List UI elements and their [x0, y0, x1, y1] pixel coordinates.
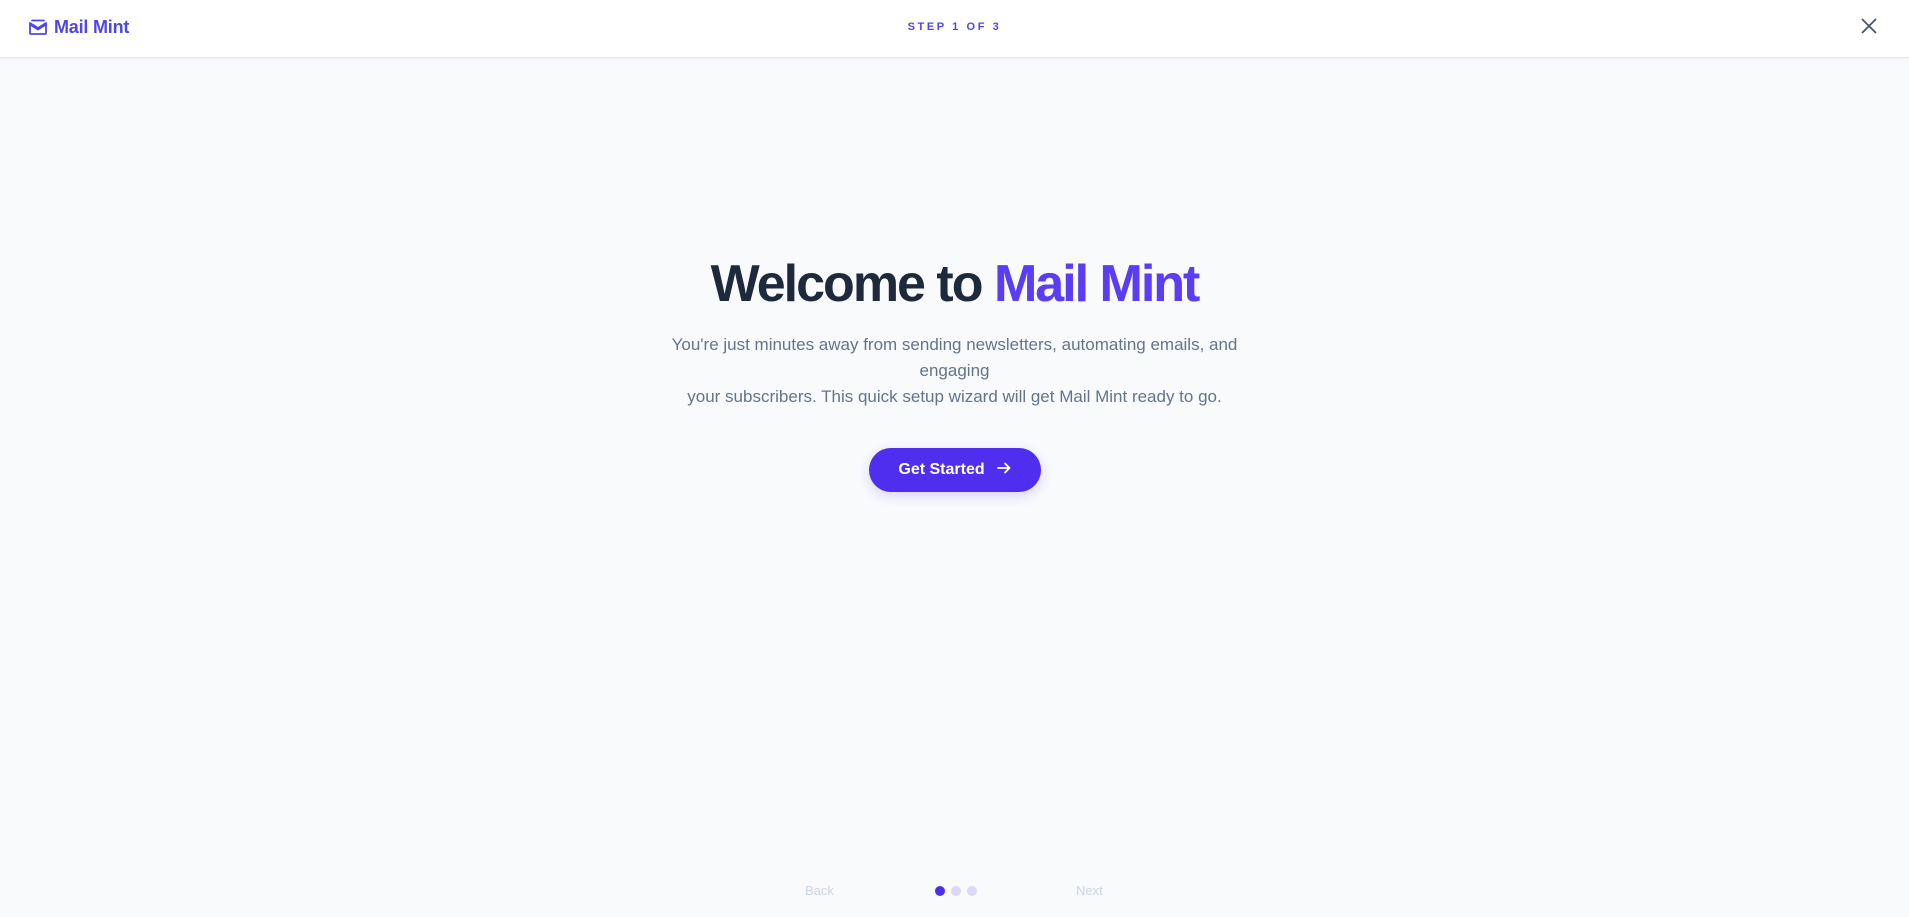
arrow-right-icon [996, 461, 1011, 479]
next-button[interactable]: Next [1076, 883, 1103, 898]
step-dot-3 [967, 886, 977, 896]
title-accent: Mail Mint [994, 252, 1200, 316]
welcome-subtitle: You're just minutes away from sending ne… [635, 332, 1275, 410]
subtitle-line-1: You're just minutes away from sending ne… [671, 335, 1238, 380]
step-dot-1 [935, 886, 945, 896]
step-dots [935, 886, 977, 896]
top-bar: Mail Mint STEP 1 OF 3 [0, 0, 1909, 58]
wizard-footer: Back Next [0, 881, 1909, 901]
back-button[interactable]: Back [805, 883, 834, 898]
page-title: Welcome to Mail Mint [0, 252, 1909, 316]
get-started-label: Get Started [898, 461, 985, 478]
step-dot-2 [951, 886, 961, 896]
close-button[interactable] [1857, 16, 1881, 40]
subtitle-line-2: your subscribers. This quick setup wizar… [687, 387, 1222, 406]
step-indicator: STEP 1 OF 3 [907, 21, 1002, 33]
title-prefix: Welcome to [710, 255, 984, 313]
welcome-hero: Welcome to Mail Mint You're just minutes… [0, 252, 1909, 492]
close-icon [1861, 18, 1877, 39]
get-started-button[interactable]: Get Started [868, 448, 1041, 492]
